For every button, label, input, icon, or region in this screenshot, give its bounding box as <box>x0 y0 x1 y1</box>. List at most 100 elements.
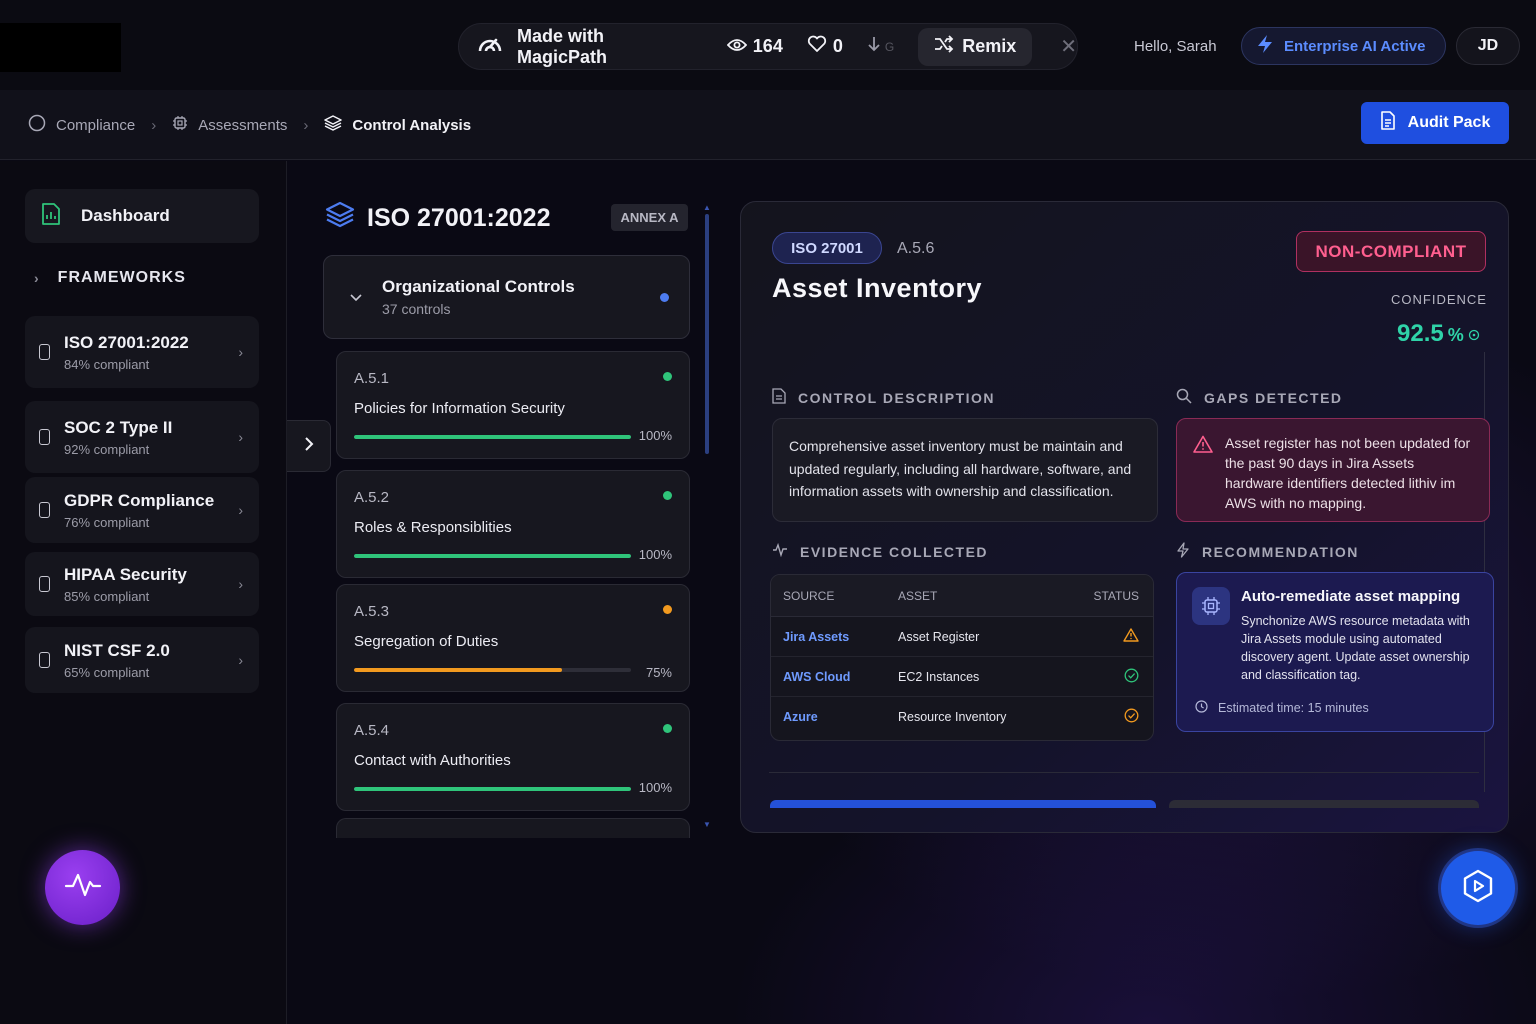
sidebar-item-nist[interactable]: NIST CSF 2.0 65% compliant › <box>25 627 259 693</box>
confidence-number: 92.5 <box>1397 320 1444 347</box>
chevron-right-icon: › <box>238 576 243 592</box>
lightning-icon <box>1176 542 1190 561</box>
pulse-icon <box>64 872 102 903</box>
evidence-source[interactable]: Azure <box>771 710 898 724</box>
evidence-source[interactable]: Jira Assets <box>771 630 898 644</box>
layers-icon <box>325 201 355 236</box>
clock-icon <box>1195 700 1208 716</box>
made-with-label[interactable]: Made with MagicPath <box>517 26 697 68</box>
views-stat: 164 <box>726 36 783 57</box>
breadcrumb-assessments[interactable]: Assessments <box>172 115 287 135</box>
dashboard-label: Dashboard <box>81 206 170 225</box>
shuffle-icon <box>934 35 954 58</box>
recommendation-card[interactable]: Auto-remediate asset mapping Synchonize … <box>1176 572 1494 732</box>
description-header-label: CONTROL DESCRIPTION <box>798 389 996 406</box>
chevron-down-icon <box>350 289 362 305</box>
progress-bar <box>354 554 631 558</box>
group-name: Organizational Controls <box>382 277 575 296</box>
column-header: ASSET <box>898 588 938 603</box>
heart-icon <box>807 35 827 58</box>
progress-label: 75% <box>645 665 672 680</box>
table-row[interactable]: AWS Cloud EC2 Instances <box>771 657 1153 697</box>
control-card[interactable]: A.5.1 Policies for Information Security 10… <box>336 351 690 459</box>
ai-copilot-button[interactable] <box>1441 851 1515 925</box>
progress-label: 100% <box>638 780 672 795</box>
primary-action-button[interactable] <box>770 800 1156 808</box>
sidebar-item-dashboard[interactable]: Dashboard <box>25 189 259 243</box>
sidebar-item-soc2[interactable]: SOC 2 Type II 92% compliant › <box>25 401 259 473</box>
group-status-dot <box>660 293 669 302</box>
evidence-asset: EC2 Instances <box>898 669 980 684</box>
recommendation-header-label: RECOMMENDATION <box>1202 543 1359 560</box>
document-icon <box>1380 111 1396 135</box>
recommendation-text: Synchonize AWS resource metadata with Ji… <box>1241 614 1470 682</box>
avatar[interactable]: JD <box>1456 27 1520 65</box>
control-group-organizational[interactable]: Organizational Controls 37 controls <box>323 255 690 339</box>
warning-icon <box>1088 628 1153 645</box>
close-icon[interactable]: ✕ <box>1060 34 1077 59</box>
framework-name: SOC 2 Type II <box>64 417 173 437</box>
chevron-right-icon: › <box>34 270 40 286</box>
table-row[interactable]: Azure Resource Inventory <box>771 697 1153 737</box>
sidebar-item-gdpr[interactable]: GDPR Compliance 76% compliant › <box>25 477 259 543</box>
control-code: A.5.4 <box>354 722 390 739</box>
chevron-right-icon: › <box>238 652 243 668</box>
evidence-source[interactable]: AWS Cloud <box>771 670 898 684</box>
progress-label: 100% <box>638 428 672 443</box>
eye-icon <box>726 36 748 57</box>
likes-count: 0 <box>832 36 843 56</box>
breadcrumb-compliance[interactable]: Compliance <box>28 114 135 136</box>
annex-badge: ANNEX A <box>611 204 688 231</box>
scroll-up-icon[interactable]: ▲ <box>703 203 711 212</box>
framework-name: GDPR Compliance <box>64 490 215 510</box>
gap-alert: Asset register has not been updated for … <box>1176 418 1490 522</box>
scroll-down-icon[interactable]: ▼ <box>703 820 711 829</box>
framework-compliance: 85% compliant <box>64 588 150 604</box>
enterprise-ai-pill[interactable]: Enterprise AI Active <box>1241 27 1446 65</box>
download-stat[interactable]: G <box>867 36 894 57</box>
logo-redacted <box>0 23 121 72</box>
evidence-header: EVIDENCE COLLECTED <box>772 542 988 560</box>
control-card[interactable]: A.5.3 Segregation of Duties 75% <box>336 584 690 692</box>
control-card[interactable]: A.5.4 Contact with Authorities 100% <box>336 703 690 811</box>
progress-fill <box>354 668 562 672</box>
sidebar-item-hipaa[interactable]: HIPAA Security 85% compliant › <box>25 552 259 616</box>
gaps-header-label: GAPS DETECTED <box>1204 389 1343 406</box>
estimated-time-label: Estimated time: 15 minutes <box>1218 701 1369 715</box>
status-dot <box>663 372 672 381</box>
confidence-value: 92.5 % <box>1397 320 1480 348</box>
likes-stat[interactable]: 0 <box>807 35 843 58</box>
control-description: Comprehensive asset inventory must be ma… <box>772 418 1158 522</box>
estimated-time: Estimated time: 15 minutes <box>1195 700 1369 716</box>
views-count: 164 <box>752 36 783 56</box>
activity-assistant-button[interactable] <box>45 850 120 925</box>
pending-circle-icon <box>1088 708 1153 726</box>
chip-icon <box>172 115 188 135</box>
controls-scrollbar[interactable] <box>705 214 709 454</box>
progress-bar <box>354 668 631 672</box>
framework-compliance: 65% compliant <box>64 664 150 680</box>
remix-button[interactable]: Remix <box>918 27 1033 66</box>
secondary-action-button[interactable] <box>1169 800 1479 808</box>
checkbox-icon <box>39 652 50 668</box>
confidence-dot-icon <box>1468 320 1480 348</box>
checkbox-icon <box>39 429 50 445</box>
control-card-peek[interactable] <box>336 818 690 838</box>
progress-bar <box>354 787 631 791</box>
control-code: A.5.2 <box>354 489 390 506</box>
audit-pack-button[interactable]: Audit Pack <box>1361 102 1509 144</box>
table-header: SOURCE ASSET STATUS <box>771 575 1153 617</box>
sidebar-item-iso-27001[interactable]: ISO 27001:2022 84% compliant › <box>25 316 259 388</box>
panel-toggle-button[interactable] <box>287 420 331 472</box>
control-name: Roles & Responsiblities <box>354 519 512 536</box>
frameworks-header[interactable]: › FRAMEWORKS <box>34 269 186 287</box>
chevron-right-icon: › <box>238 502 243 518</box>
framework-compliance: 76% compliant <box>64 514 150 530</box>
breadcrumb-control-analysis[interactable]: Control Analysis <box>324 115 471 135</box>
progress-fill <box>354 787 631 791</box>
table-row[interactable]: Jira Assets Asset Register <box>771 617 1153 657</box>
top-bar: Made with MagicPath 164 0 G Remix ✕ Hell… <box>0 0 1536 90</box>
description-header: CONTROL DESCRIPTION <box>772 388 995 407</box>
chevron-right-icon: › <box>238 344 243 360</box>
control-card[interactable]: A.5.2 Roles & Responsiblities 100% <box>336 470 690 578</box>
